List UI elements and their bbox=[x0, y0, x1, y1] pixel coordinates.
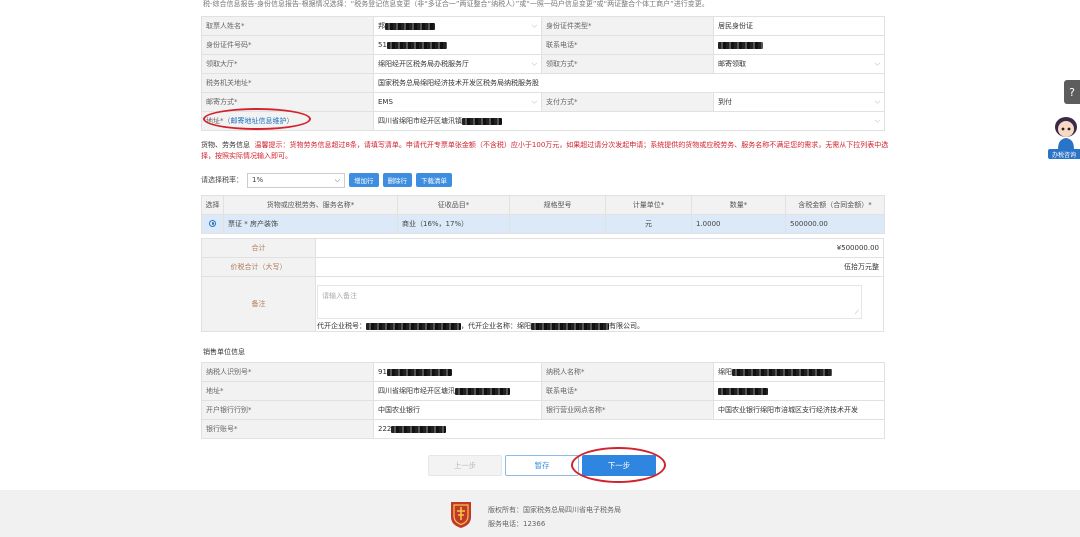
goods-amount-cell[interactable]: 500000.00 bbox=[785, 214, 885, 234]
table-row[interactable]: 票证 * 房产装饰 商业（16%，17%） 元 1.0000 500000.00 bbox=[201, 214, 885, 234]
highlight-circle bbox=[203, 108, 311, 130]
redacted-mark bbox=[462, 117, 502, 125]
goods-notice: 货物、劳务信息 温馨提示：货物劳务信息超过8条，请填写清单。申请代开专票单张金额… bbox=[201, 141, 889, 160]
remark-textarea[interactable]: 请输入备注 ⟋ bbox=[317, 285, 862, 319]
seller-branch-label: 银行营业网点名称* bbox=[541, 400, 714, 420]
tax-rate-row: 请选择税率： 1% ⌵ 增加行 删除行 下载清单 bbox=[201, 172, 452, 188]
mail-method-select[interactable]: EMS ⌵ bbox=[373, 92, 542, 112]
col-header: 货物或应税劳务、服务名称* bbox=[223, 195, 398, 215]
seller-phone-field[interactable] bbox=[713, 381, 885, 401]
col-header: 选择 bbox=[201, 195, 224, 215]
id-type-label: 身份证件类型* bbox=[541, 16, 714, 36]
redacted-mark bbox=[455, 387, 510, 395]
chevron-down-icon: ⌵ bbox=[874, 59, 880, 68]
redacted-mark bbox=[386, 368, 452, 376]
save-draft-button[interactable]: 暂存 bbox=[505, 455, 579, 476]
payer-name-select[interactable]: 邦 ⌵ bbox=[373, 16, 542, 36]
resize-handle-icon[interactable]: ⟋ bbox=[855, 309, 859, 317]
download-list-button[interactable]: 下载清单 bbox=[416, 173, 452, 187]
phone-label: 联系电话* bbox=[541, 35, 714, 55]
hall-select[interactable]: 绵阳经开区税务局办税服务厅 ⌵ bbox=[373, 54, 542, 74]
id-number-field[interactable]: 51 bbox=[373, 35, 542, 55]
chevron-down-icon: ⌵ bbox=[531, 97, 537, 106]
seller-taxpayer-name-field[interactable]: 绵阳 bbox=[713, 362, 885, 382]
col-header: 数量* bbox=[691, 195, 786, 215]
payer-name-label: 取票人姓名* bbox=[201, 16, 374, 36]
footer-service-phone: 服务电话：12366 bbox=[488, 520, 546, 528]
goods-name-cell[interactable]: 票证 * 房产装饰 bbox=[223, 214, 398, 234]
redacted-mark bbox=[718, 387, 768, 395]
highlight-circle bbox=[571, 447, 666, 483]
col-header: 规格型号 bbox=[509, 195, 606, 215]
total-value: ¥500000.00 bbox=[315, 238, 884, 258]
top-note: 税-综合信息报告-身份信息报告-根据情况选择：“税务登记信息变更（非“多证合一”… bbox=[203, 0, 709, 8]
col-header: 征收品目* bbox=[397, 195, 510, 215]
redacted-mark bbox=[391, 425, 447, 433]
delete-row-button[interactable]: 删除行 bbox=[382, 173, 412, 187]
redacted-mark bbox=[366, 322, 461, 330]
phone-field[interactable] bbox=[713, 35, 885, 55]
redacted-mark bbox=[386, 41, 447, 49]
total-upper-label: 价税合计（大写） bbox=[201, 257, 316, 277]
total-label: 合计 bbox=[201, 238, 316, 258]
chevron-down-icon: ⌵ bbox=[874, 116, 880, 125]
prev-step-button[interactable]: 上一步 bbox=[428, 455, 502, 476]
pay-method-select[interactable]: 到付 ⌵ bbox=[713, 92, 885, 112]
tax-emblem-logo bbox=[451, 502, 471, 528]
tax-consult-label[interactable]: 办税咨询 bbox=[1048, 149, 1080, 159]
radio-selected-icon[interactable] bbox=[209, 219, 216, 227]
goods-item-cell[interactable]: 商业（16%，17%） bbox=[397, 214, 510, 234]
address-select[interactable]: 四川省绵阳市经开区塘汛镇 ⌵ bbox=[373, 111, 885, 131]
seller-phone-label: 联系电话* bbox=[541, 381, 714, 401]
seller-branch-field[interactable]: 中国农业银行绵阳市涪城区支行经济技术开发 bbox=[713, 400, 885, 420]
receive-method-label: 领取方式* bbox=[541, 54, 714, 74]
chevron-down-icon: ⌵ bbox=[531, 21, 537, 30]
hall-label: 领取大厅* bbox=[201, 54, 374, 74]
seller-taxpayer-name-label: 纳税人名称* bbox=[541, 362, 714, 382]
redacted-mark bbox=[531, 322, 609, 330]
goods-qty-cell[interactable]: 1.0000 bbox=[691, 214, 786, 234]
col-header: 计量单位* bbox=[605, 195, 692, 215]
tax-office-address-value: 国家税务总局绵阳经济技术开发区税务局纳税服务股 bbox=[373, 73, 885, 93]
total-upper-value: 伍拾万元整 bbox=[315, 257, 884, 277]
goods-table: 选择 货物或应税劳务、服务名称* 征收品目* 规格型号 计量单位* 数量* 含税… bbox=[201, 195, 885, 234]
chevron-down-icon: ⌵ bbox=[531, 59, 537, 68]
seller-taxpayer-id-label: 纳税人识别号* bbox=[201, 362, 374, 382]
receive-method-select[interactable]: 邮寄领取 ⌵ bbox=[713, 54, 885, 74]
redacted-mark bbox=[718, 41, 763, 49]
seller-account-label: 银行账号* bbox=[201, 419, 374, 439]
seller-address-label: 地址* bbox=[201, 381, 374, 401]
id-number-label: 身份证件号码* bbox=[201, 35, 374, 55]
tax-office-address-label: 税务机关地址* bbox=[201, 73, 374, 93]
seller-account-field[interactable]: 222 bbox=[373, 419, 885, 439]
agent-info: 代开企业税号： ，代开企业名称：绵阳 有限公司。 bbox=[317, 322, 644, 330]
mail-method-label: 邮寄方式* bbox=[201, 92, 374, 112]
goods-spec-cell[interactable] bbox=[509, 214, 606, 234]
seller-taxpayer-id-field[interactable]: 91 bbox=[373, 362, 542, 382]
remark-label: 备注 bbox=[201, 276, 316, 332]
seller-form: 纳税人识别号* 91 纳税人名称* 绵阳 地址* 四川省绵阳市经开区塘汛 联系电… bbox=[201, 362, 885, 439]
seller-bank-field[interactable]: 中国农业银行 bbox=[373, 400, 542, 420]
chevron-down-icon: ⌵ bbox=[334, 175, 340, 184]
seller-bank-label: 开户银行行别* bbox=[201, 400, 374, 420]
assistant-avatar-icon[interactable] bbox=[1052, 115, 1080, 149]
pay-method-label: 支付方式* bbox=[541, 92, 714, 112]
goods-unit-cell[interactable]: 元 bbox=[605, 214, 692, 234]
col-header: 含税金额（合同金额）* bbox=[785, 195, 885, 215]
help-question-icon[interactable]: ? bbox=[1064, 80, 1080, 104]
redacted-mark bbox=[385, 22, 435, 30]
seller-section-title: 销售单位信息 bbox=[203, 348, 245, 356]
redacted-mark bbox=[732, 368, 832, 376]
footer-copyright: 版权所有：国家税务总局四川省电子税务局 bbox=[488, 506, 621, 514]
tax-rate-label: 请选择税率： bbox=[201, 176, 243, 184]
tax-rate-select[interactable]: 1% ⌵ bbox=[247, 172, 345, 188]
seller-address-field[interactable]: 四川省绵阳市经开区塘汛 bbox=[373, 381, 542, 401]
add-row-button[interactable]: 增加行 bbox=[349, 173, 379, 187]
id-type-value: 居民身份证 bbox=[713, 16, 885, 36]
chevron-down-icon: ⌵ bbox=[874, 97, 880, 106]
row-radio[interactable] bbox=[201, 214, 224, 234]
